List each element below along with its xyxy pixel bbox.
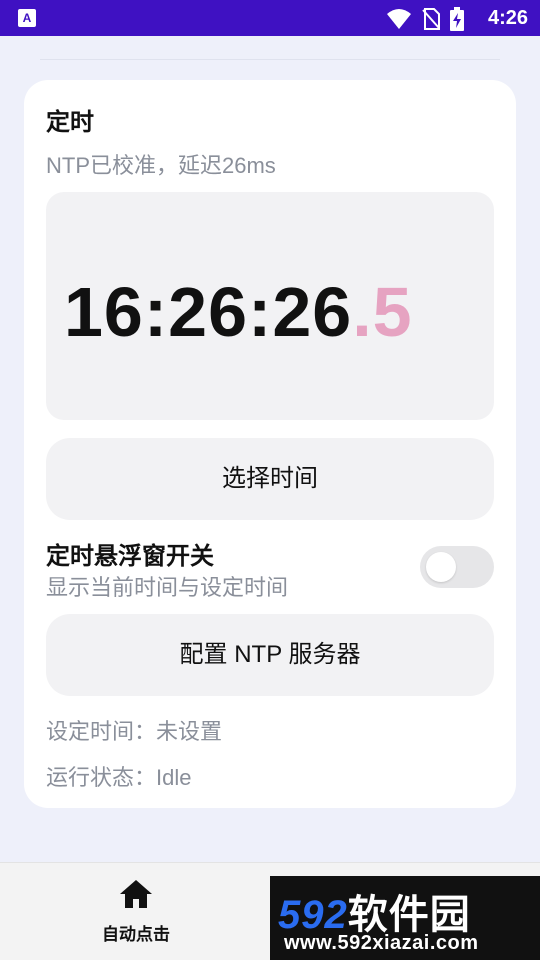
clock-panel: 16:26:26.5 <box>46 192 494 420</box>
home-icon <box>120 880 152 908</box>
nav-item-label: 自动点击 <box>102 925 170 944</box>
floating-window-switch[interactable] <box>420 546 494 588</box>
watermark-logo: 592软件园 www.592xiazai.com <box>270 876 540 960</box>
floating-window-toggle-title: 定时悬浮窗开关 <box>46 543 214 570</box>
nav-item-auto-click[interactable]: 自动点击 <box>86 879 186 945</box>
watermark-url: www.592xiazai.com <box>284 932 479 954</box>
app-notification-icon: A <box>18 9 36 27</box>
select-time-button[interactable]: 选择时间 <box>46 438 494 520</box>
clock-fraction: .5 <box>352 273 413 351</box>
floating-window-toggle-description: 显示当前时间与设定时间 <box>46 575 289 600</box>
switch-knob <box>426 552 456 582</box>
ntp-status-text: NTP已校准，延迟26ms <box>46 153 276 178</box>
status-icons <box>386 7 464 31</box>
status-time: 4:26 <box>487 7 528 29</box>
status-bar: A 4:26 <box>0 0 540 36</box>
run-status-text: 运行状态：Idle <box>46 765 192 790</box>
clock-main: 16:26:26 <box>64 273 353 351</box>
wifi-icon <box>387 9 411 29</box>
battery-charging-icon <box>450 7 464 31</box>
previous-card-edge <box>40 56 500 60</box>
card-title: 定时 <box>46 109 94 136</box>
set-time-text: 设定时间：未设置 <box>46 719 223 744</box>
clock-display: 16:26:26.5 <box>64 272 413 352</box>
no-sim-icon <box>422 8 440 30</box>
configure-ntp-button[interactable]: 配置 NTP 服务器 <box>46 614 494 696</box>
timer-card: 定时 NTP已校准，延迟26ms 16:26:26.5 选择时间 定时悬浮窗开关… <box>24 80 516 808</box>
